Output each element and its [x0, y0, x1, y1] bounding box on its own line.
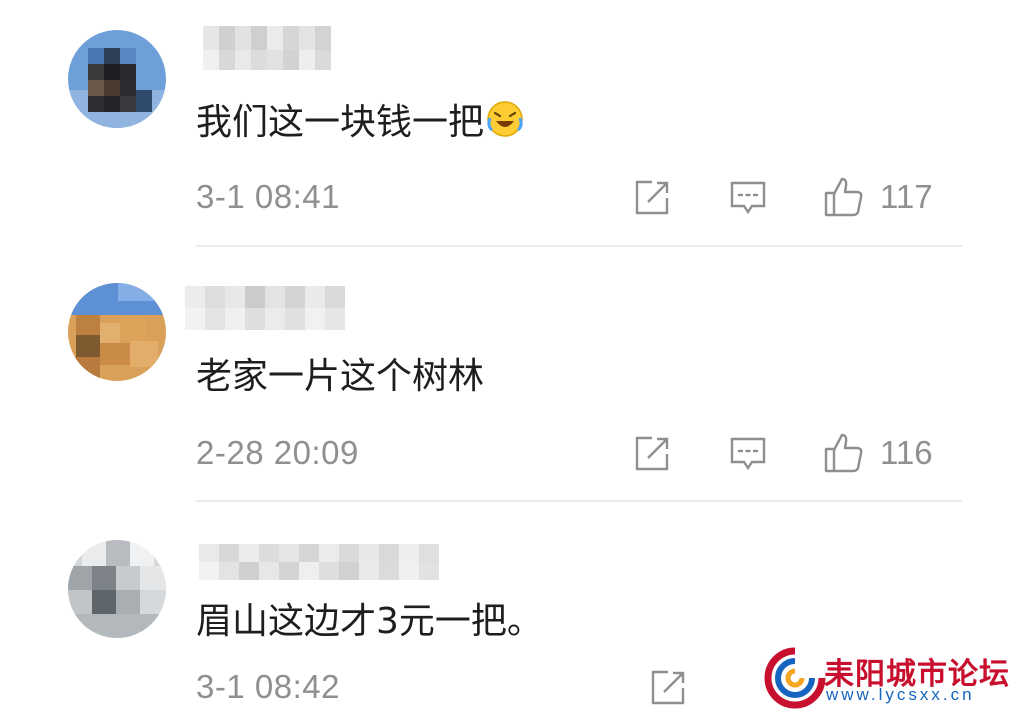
thumbs-up-icon[interactable] [824, 432, 864, 473]
comment-time: 3-1 08:42 [196, 668, 340, 705]
username-blurred[interactable] [185, 286, 375, 330]
avatar[interactable] [68, 283, 166, 381]
comment-time: 3-1 08:41 [196, 178, 340, 215]
forum-watermark: 耒阳城市论坛 www.lycsxx.cn [760, 645, 1024, 714]
comment-time: 2-28 20:09 [196, 434, 359, 471]
avatar[interactable] [68, 30, 166, 128]
like-count: 116 [880, 434, 933, 471]
username-blurred[interactable] [185, 540, 475, 584]
forum-logo-icon [764, 647, 826, 709]
share-icon[interactable] [648, 668, 688, 708]
share-icon[interactable] [632, 178, 672, 218]
comment-icon[interactable] [728, 434, 768, 474]
comment-text: 老家一片这个树林 [196, 356, 485, 397]
divider [196, 500, 962, 502]
comment-icon[interactable] [728, 178, 768, 218]
like-count: 117 [880, 178, 933, 215]
share-icon[interactable] [632, 434, 672, 474]
comment-text: 我们这一块钱一把 [196, 100, 524, 149]
avatar[interactable] [68, 540, 166, 638]
watermark-url: www.lycsxx.cn [826, 685, 975, 704]
divider [196, 245, 962, 247]
comment-text: 眉山这边才3元一把。 [196, 601, 543, 642]
thumbs-up-icon[interactable] [824, 176, 864, 217]
username-blurred[interactable] [185, 26, 375, 70]
laughing-crying-emoji-icon [486, 100, 524, 149]
